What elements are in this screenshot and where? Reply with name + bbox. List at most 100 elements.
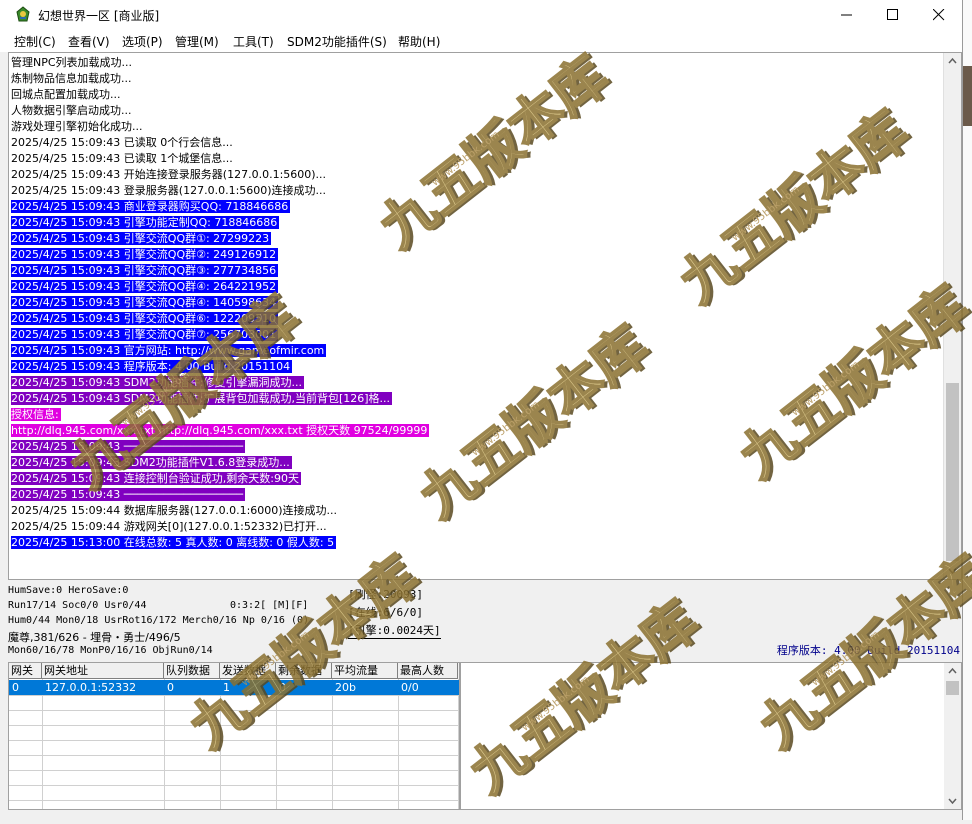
log-line-text: http://dlq.945.com/xxx.txt http://dlq.94…	[11, 424, 430, 437]
scroll-down-icon[interactable]	[944, 792, 961, 809]
grid-column-line	[220, 679, 221, 809]
log-line: 2025/4/25 15:09:43 官方网站: http://www.game…	[11, 343, 943, 359]
log-line-text: 2025/4/25 15:09:43 引擎交流QQ群⑦: 256703001	[11, 328, 279, 341]
menu-manage[interactable]: 管理(M)	[175, 33, 219, 50]
title-bar[interactable]: 幻想世界一区 [商业版]	[0, 0, 962, 30]
close-button[interactable]	[916, 0, 962, 30]
grid-column-line	[398, 679, 399, 809]
log-line: 人物数据引擎启动成功...	[11, 103, 943, 119]
col-queue-data[interactable]: 队列数据	[164, 663, 220, 679]
log-line-text: 2025/4/25 15:09:43 引擎交流QQ群①: 27299223	[11, 232, 272, 245]
status-area: HumSave:0 HeroSave:0 Run17/14 Soc0/0 Usr…	[8, 582, 962, 658]
log-line: 2025/4/25 15:09:43 SDM2功能插件:扩展背包加载成功,当前背…	[11, 391, 943, 407]
log-line: 2025/4/25 15:09:43 商业登录器购买QQ: 718846686	[11, 199, 943, 215]
log-line: 2025/4/25 15:09:43 引擎交流QQ群①: 27299223	[11, 231, 943, 247]
menu-help[interactable]: 帮助(H)	[398, 33, 440, 50]
right-pane-scrollbar[interactable]	[944, 663, 961, 809]
log-line-text: 2025/4/25 15:09:43 引擎交流QQ群④: 264221952	[11, 280, 279, 293]
menu-sdm2-plugin[interactable]: SDM2功能插件(S)	[287, 33, 387, 50]
log-line: 游戏处理引擎初始化成功...	[11, 119, 943, 135]
log-line: http://dlq.945.com/xxx.txt http://dlq.94…	[11, 423, 943, 439]
log-line-text: 2025/4/25 15:09:43 已读取 0个行会信息...	[11, 136, 233, 149]
log-line-text: 2025/4/25 15:09:43 引擎交流QQ群②: 249126912	[11, 248, 279, 261]
log-line: 授权信息:	[11, 407, 943, 423]
log-line-text: 2025/4/25 15:09:43 引擎交流QQ群④: 140598634	[11, 296, 279, 309]
gateway-table[interactable]: 网关 网关地址 队列数据 发送数据 剩余数据 平均流量 最高人数 0 127.0…	[8, 662, 460, 810]
log-line: 2025/4/25 15:09:44 数据库服务器(127.0.0.1:6000…	[11, 503, 943, 519]
log-line-text: 2025/4/25 15:09:43 引擎功能定制QQ: 718846686	[11, 216, 280, 229]
log-line: 2025/4/25 15:09:43 开始连接登录服务器(127.0.0.1:5…	[11, 167, 943, 183]
status-map: 魔尊,381/626 - 埋骨・勇士/496/5	[8, 631, 181, 644]
right-pane[interactable]	[460, 662, 962, 810]
log-line: 2025/4/25 15:09:43 引擎交流QQ群②: 249126912	[11, 247, 943, 263]
log-scroll-thumb[interactable]	[946, 383, 959, 561]
log-line: 2025/4/25 15:09:43 已读取 1个城堡信息...	[11, 151, 943, 167]
log-line: 管理NPC列表加载成功...	[11, 55, 943, 71]
grid-column-line	[42, 679, 43, 809]
cell-remaining-data: 0	[279, 681, 286, 694]
log-line: 2025/4/25 15:09:43 引擎交流QQ群⑥: 122209510	[11, 311, 943, 327]
grid-row-line	[9, 800, 459, 801]
col-remaining-data[interactable]: 剩余数据	[276, 663, 332, 679]
status-run: Run17/14 Soc0/0 Usr0/44	[8, 600, 147, 611]
grid-row-line	[9, 695, 459, 696]
table-row[interactable]: 0 127.0.0.1:52332 0 1 0 20b 0/0	[9, 680, 459, 695]
menu-options[interactable]: 选项(P)	[122, 33, 163, 50]
log-line-text: 2025/4/25 15:09:43 ──────────────────	[11, 488, 246, 501]
menu-control[interactable]: 控制(C)	[14, 33, 56, 50]
grid-row-line	[9, 725, 459, 726]
menu-view[interactable]: 查看(V)	[68, 33, 110, 50]
log-line-text: 2025/4/25 15:09:43 SDM2功能插件V1.6.8登录成功...	[11, 456, 292, 469]
log-line-text: 2025/4/25 15:09:43 引擎交流QQ群⑥: 122209510	[11, 312, 279, 325]
maximize-icon	[887, 9, 898, 20]
log-line: 2025/4/25 15:09:43 ──────────────────	[11, 487, 943, 503]
maximize-button[interactable]	[870, 0, 916, 30]
col-max-users[interactable]: 最高人数	[398, 663, 458, 679]
log-line: 2025/4/25 15:09:43 引擎交流QQ群④: 264221952	[11, 279, 943, 295]
right-pane-scroll-thumb[interactable]	[946, 681, 959, 695]
scroll-up-icon[interactable]	[944, 53, 961, 70]
version-label: 程序版本: 4.00 Build 20151104	[776, 644, 960, 657]
log-line: 回城点配置加载成功...	[11, 87, 943, 103]
status-time: 0:3:2[ [M][F]	[230, 600, 309, 611]
background-window-edge	[963, 0, 972, 820]
grid-row-line	[9, 740, 459, 741]
log-line-text: 2025/4/25 15:09:43 连接控制台验证成功,剩余天数:90天	[11, 472, 301, 485]
minimize-button[interactable]	[824, 0, 870, 30]
log-line-text: 2025/4/25 15:09:43 SDM2功能插件:修复引擎漏洞成功...	[11, 376, 304, 389]
log-line-text: 2025/4/25 15:09:43 SDM2功能插件:扩展背包加载成功,当前背…	[11, 392, 393, 405]
cell-gateway: 0	[12, 681, 19, 694]
log-panel[interactable]: 管理NPC列表加载成功... 炼制物品信息加载成功... 回城点配置加载成功... 人…	[8, 52, 962, 580]
col-send-data[interactable]: 发送数据	[220, 663, 276, 679]
log-line: 2025/4/25 15:13:00 在线总数: 5 真人数: 0 离线数: 0…	[11, 535, 943, 551]
log-lines: 管理NPC列表加载成功... 炼制物品信息加载成功... 回城点配置加载成功... 人…	[11, 55, 943, 551]
log-line: 2025/4/25 15:09:43 SDM2功能插件V1.6.8登录成功...	[11, 455, 943, 471]
log-line-text: 2025/4/25 15:09:43 引擎交流QQ群③: 277734856	[11, 264, 279, 277]
grid-column-line	[458, 679, 459, 809]
log-line: 2025/4/25 15:09:43 登录服务器(127.0.0.1:5600)…	[11, 183, 943, 199]
grid-column-line	[332, 679, 333, 809]
col-avg-traffic[interactable]: 平均流量	[332, 663, 398, 679]
cell-avg-traffic: 20b	[335, 681, 356, 694]
online-counter: [在线:6/6/0]	[348, 606, 423, 619]
scroll-down-icon[interactable]	[944, 562, 961, 579]
log-line-text: 2025/4/25 15:09:43 官方网站: http://www.game…	[11, 344, 327, 357]
log-line-text: 2025/4/25 15:09:43 已读取 1个城堡信息...	[11, 152, 233, 165]
cell-queue-data: 0	[167, 681, 174, 694]
status-hum: Hum0/44 Mon0/18 UsrRot16/172 Merch0/16 N…	[8, 615, 310, 626]
col-gateway-address[interactable]: 网关地址	[42, 663, 164, 679]
log-scrollbar[interactable]	[943, 53, 961, 579]
cell-gateway-address: 127.0.0.1:52332	[45, 681, 137, 694]
close-icon	[933, 9, 945, 21]
log-line: 2025/4/25 15:09:43 连接控制台验证成功,剩余天数:90天	[11, 471, 943, 487]
log-line: 2025/4/25 15:09:43 引擎交流QQ群③: 277734856	[11, 263, 943, 279]
scroll-up-icon[interactable]	[944, 663, 961, 680]
menu-tools[interactable]: 工具(T)	[233, 33, 274, 50]
grid-row-line	[9, 785, 459, 786]
log-line: 2025/4/25 15:09:43 引擎交流QQ群⑦: 256703001	[11, 327, 943, 343]
log-line: 2025/4/25 15:09:43 SDM2功能插件:修复引擎漏洞成功...	[11, 375, 943, 391]
log-line: 2025/4/25 15:09:44 游戏网关[0](127.0.0.1:523…	[11, 519, 943, 535]
log-line-text: 游戏处理引擎初始化成功...	[11, 120, 143, 133]
minimize-icon	[841, 14, 852, 16]
col-gateway[interactable]: 网关	[9, 663, 42, 679]
